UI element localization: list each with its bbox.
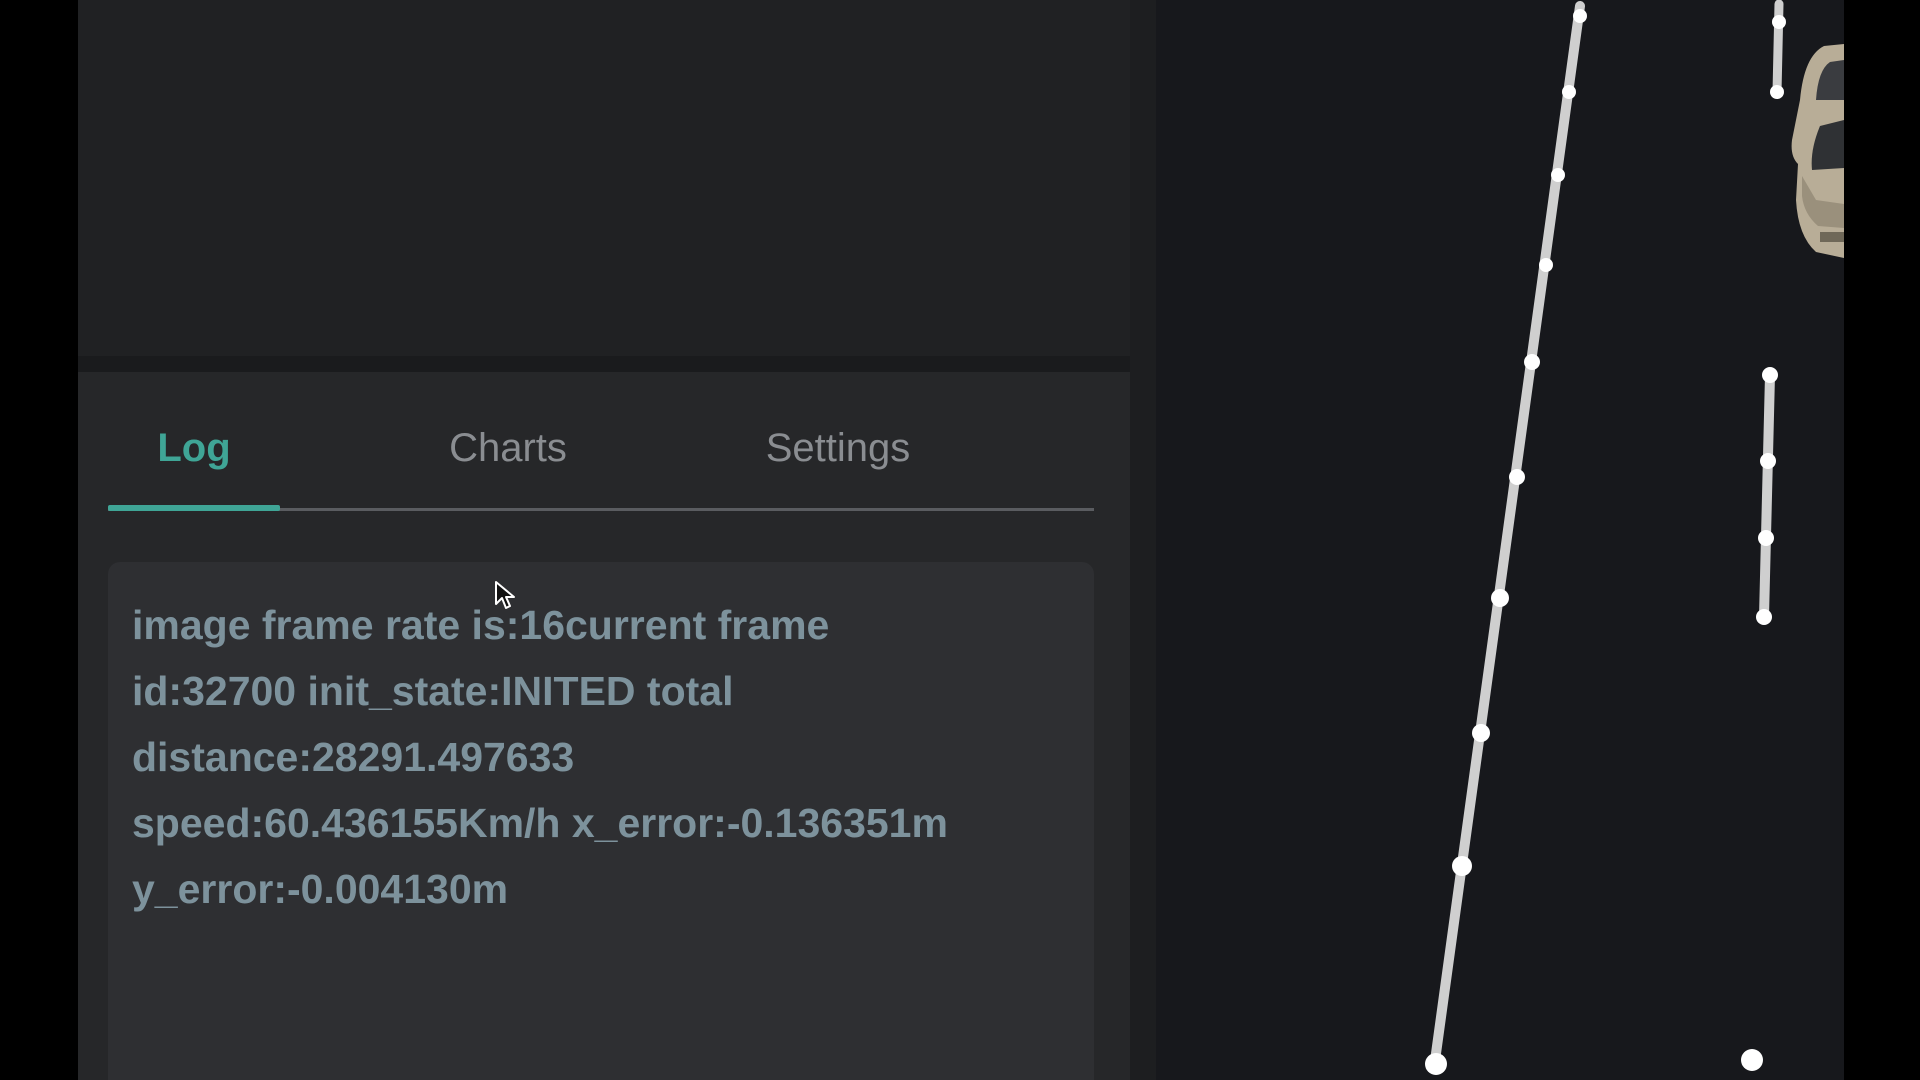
active-tab-indicator: [108, 505, 280, 511]
log-line: image frame rate is:16current frame: [132, 602, 830, 648]
log-line: y_error:-0.004130m: [132, 866, 509, 912]
lane-line-right-top: [1770, 0, 1786, 99]
log-line: speed:60.436155Km/h x_error:-0.136351m: [132, 800, 948, 846]
tab-bar: Log Charts Settings: [108, 400, 1172, 512]
lane-line-right-bottom: [1741, 1049, 1763, 1071]
log-line: id:32700 init_state:INITED total: [132, 668, 734, 714]
map-view[interactable]: [1156, 0, 1844, 1080]
tab-log[interactable]: Log: [108, 420, 280, 476]
tab-charts[interactable]: Charts: [408, 420, 608, 476]
log-output[interactable]: image frame rate is:16current frame id:3…: [108, 562, 1094, 1080]
car-icon[interactable]: [1791, 44, 1844, 258]
tab-settings[interactable]: Settings: [718, 420, 958, 476]
lane-line-left: [1425, 1, 1587, 1075]
top-pane: [78, 0, 1130, 356]
lane-canvas: [1425, 0, 1844, 1075]
mouse-cursor-icon: [495, 581, 515, 609]
app-window: Log Charts Settings image frame rate is:…: [0, 0, 1920, 1080]
side-panel: Log Charts Settings image frame rate is:…: [78, 0, 1156, 1080]
lane-line-right-mid: [1756, 367, 1778, 625]
log-line: distance:28291.497633: [132, 734, 575, 780]
panel-gutter: [1130, 0, 1156, 1080]
pane-resize-handle[interactable]: [78, 356, 1130, 372]
